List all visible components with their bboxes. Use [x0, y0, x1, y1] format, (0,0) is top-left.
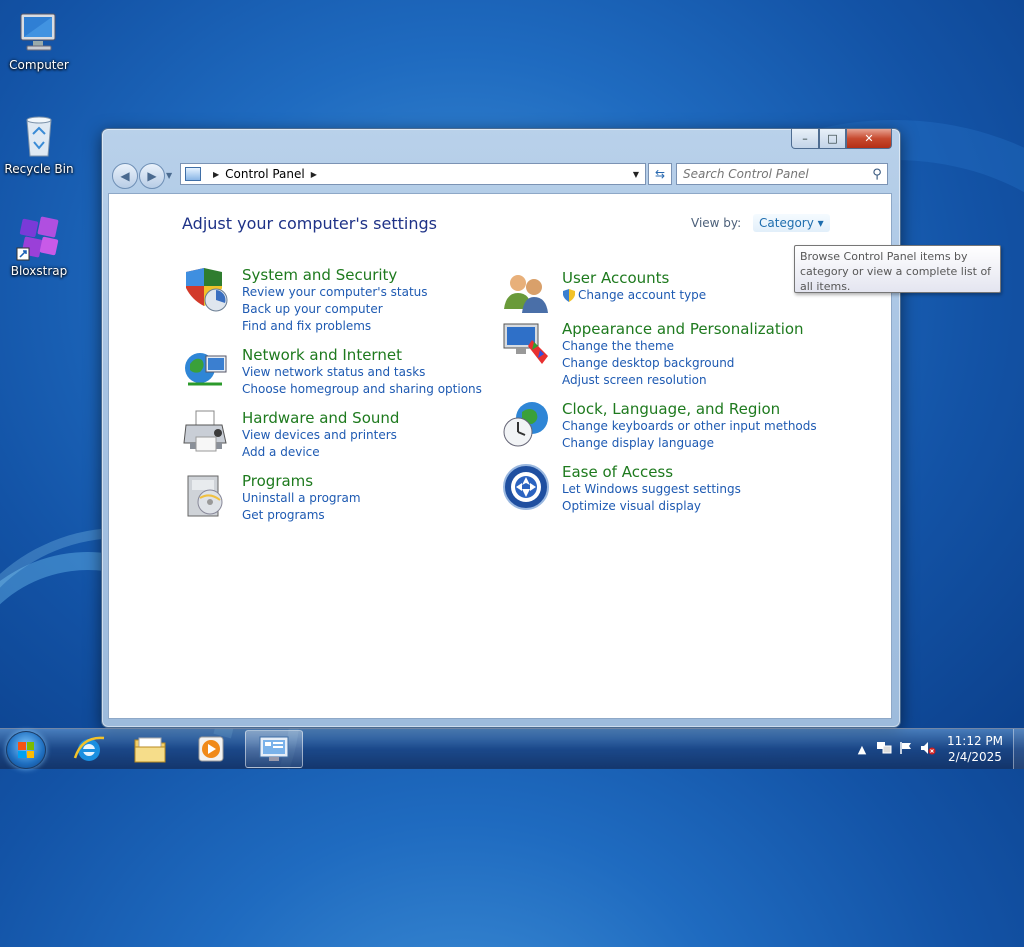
category-link[interactable]: Adjust screen resolution — [562, 373, 707, 387]
category-link[interactable]: View network status and tasks — [242, 365, 425, 379]
minimize-button[interactable]: – — [791, 129, 819, 149]
breadcrumb-control-panel[interactable]: Control Panel — [225, 167, 305, 181]
category-link[interactable]: Add a device — [242, 445, 320, 459]
windows-logo-icon — [18, 742, 34, 758]
control-panel-icon — [185, 167, 201, 181]
category-title[interactable]: Programs — [242, 472, 313, 490]
refresh-icon: ⇆ — [654, 167, 666, 181]
taskbar-app-media-player[interactable] — [182, 730, 240, 768]
forward-button[interactable]: ▶ — [139, 163, 165, 189]
forward-arrow-icon: ▶ — [147, 169, 157, 183]
file-explorer-icon — [134, 737, 166, 763]
view-by-value: Category — [759, 216, 814, 230]
internet-explorer-icon — [73, 736, 105, 761]
refresh-button[interactable]: ⇆ — [648, 163, 672, 185]
category-link[interactable]: Let Windows suggest settings — [562, 482, 741, 496]
taskbar-app-internet-explorer[interactable] — [60, 730, 118, 768]
category-title[interactable]: System and Security — [242, 266, 397, 284]
clock-date: 2/4/2025 — [948, 750, 1002, 764]
desktop-icon-label: Computer — [9, 58, 69, 72]
category-link[interactable]: Review your computer's status — [242, 285, 428, 299]
category-link[interactable]: Optimize visual display — [562, 499, 701, 513]
view-by-control: View by: Category ▾ — [691, 214, 830, 232]
uac-shield-icon — [562, 289, 576, 306]
category-link[interactable]: Get programs — [242, 508, 325, 522]
desktop-icon-recycle-bin[interactable]: Recycle Bin — [0, 112, 78, 176]
shield-icon[interactable] — [182, 266, 230, 314]
control-panel-window: – □ ✕ ◀ ▶ ▼ ▶ Control Panel ▶ ▼ ⇆ ⚲ Adju… — [101, 128, 901, 728]
content-pane: Adjust your computer's settings View by:… — [108, 193, 892, 719]
category-link[interactable]: View devices and printers — [242, 428, 397, 442]
category-link[interactable]: Change account type — [578, 288, 706, 302]
desktop-icon-label: Recycle Bin — [4, 162, 74, 176]
action-center-flag-icon[interactable] — [895, 741, 917, 758]
programs-icon[interactable] — [182, 472, 230, 520]
search-box[interactable]: ⚲ — [676, 163, 888, 185]
volume-muted-icon[interactable] — [917, 741, 939, 758]
navigation-bar: ◀ ▶ ▼ ▶ Control Panel ▶ ▼ ⇆ ⚲ — [108, 161, 894, 189]
caption-buttons: – □ ✕ — [791, 129, 892, 149]
view-by-tooltip: Browse Control Panel items by category o… — [794, 245, 1001, 293]
category-link[interactable]: Back up your computer — [242, 302, 383, 316]
view-by-dropdown[interactable]: Category ▾ — [753, 214, 830, 232]
recycle-bin-icon — [15, 112, 63, 160]
category-link[interactable]: Change display language — [562, 436, 714, 450]
computer-icon — [15, 8, 63, 56]
category-title[interactable]: Appearance and Personalization — [562, 320, 804, 338]
ease-of-access-icon[interactable] — [502, 463, 550, 511]
monitor-palette-icon[interactable] — [502, 320, 550, 368]
category-link[interactable]: Change the theme — [562, 339, 674, 353]
view-by-label: View by: — [691, 216, 742, 230]
search-icon[interactable]: ⚲ — [867, 167, 887, 182]
printer-icon[interactable] — [182, 409, 230, 457]
category-title[interactable]: Hardware and Sound — [242, 409, 399, 427]
network-globe-icon[interactable] — [182, 346, 230, 394]
category-link[interactable]: Change desktop background — [562, 356, 734, 370]
breadcrumb-arrow-icon[interactable]: ▶ — [213, 170, 219, 179]
media-player-icon — [198, 736, 224, 762]
close-button[interactable]: ✕ — [846, 129, 892, 149]
clock-globe-icon[interactable] — [502, 400, 550, 448]
clock[interactable]: 11:12 PM 2/4/2025 — [947, 733, 1003, 765]
system-tray: ▲ 11:12 PM 2/4/2025 — [851, 729, 1024, 769]
category-title[interactable]: User Accounts — [562, 269, 669, 287]
category-link[interactable]: Find and fix problems — [242, 319, 371, 333]
category-link[interactable]: Uninstall a program — [242, 491, 361, 505]
breadcrumb-arrow-icon[interactable]: ▶ — [311, 170, 317, 179]
address-bar[interactable]: ▶ Control Panel ▶ ▼ — [180, 163, 646, 185]
category-title[interactable]: Ease of Access — [562, 463, 673, 481]
back-button[interactable]: ◀ — [112, 163, 138, 189]
clock-time: 11:12 PM — [947, 734, 1003, 748]
show-hidden-icons-icon[interactable]: ▲ — [851, 743, 873, 756]
address-dropdown-icon[interactable]: ▼ — [633, 170, 639, 179]
page-title: Adjust your computer's settings — [182, 214, 437, 233]
category-title[interactable]: Network and Internet — [242, 346, 402, 364]
desktop-icon-bloxstrap[interactable]: Bloxstrap — [0, 214, 78, 278]
bloxstrap-icon — [15, 214, 63, 262]
network-icon[interactable] — [873, 741, 895, 758]
taskbar: ▲ 11:12 PM 2/4/2025 — [0, 728, 1024, 769]
show-desktop-button[interactable] — [1013, 729, 1024, 769]
users-icon[interactable] — [502, 269, 550, 317]
start-button[interactable] — [6, 731, 46, 769]
category-link[interactable]: Choose homegroup and sharing options — [242, 382, 482, 396]
desktop-icon-label: Bloxstrap — [10, 264, 68, 278]
recent-pages-dropdown[interactable]: ▼ — [166, 171, 172, 180]
taskbar-app-file-explorer[interactable] — [121, 730, 179, 768]
search-input[interactable] — [677, 166, 867, 182]
maximize-button[interactable]: □ — [819, 129, 846, 149]
back-arrow-icon: ◀ — [120, 169, 130, 183]
taskbar-app-control-panel[interactable] — [245, 730, 303, 768]
category-link[interactable]: Change keyboards or other input methods — [562, 419, 817, 433]
control-panel-icon — [259, 736, 289, 761]
category-title[interactable]: Clock, Language, and Region — [562, 400, 780, 418]
desktop-icon-computer[interactable]: Computer — [0, 8, 78, 72]
